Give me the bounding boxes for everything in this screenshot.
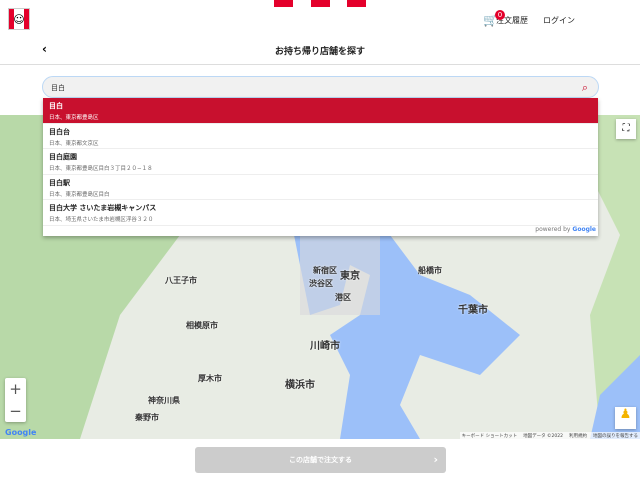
page-title: お持ち帰り店舗を探す xyxy=(274,47,365,57)
map-label: 渋谷区 xyxy=(309,279,333,288)
suggestion-list: 目白 日本、東京都豊島区 目白台 日本、東京都文京区 目白庭園 日本、東京都豊島区目白… xyxy=(43,98,598,236)
order-button-label: この店舗で注文する xyxy=(289,456,352,464)
map-label: 横浜市 xyxy=(285,380,315,391)
suggestion-item[interactable]: 目白大学 さいたま岩槻キャンパス 日本、埼玉県さいたま市岩槻区浮谷３２０ xyxy=(43,200,598,226)
map-label: 港区 xyxy=(335,293,351,302)
cart-count-badge: 0 xyxy=(495,10,505,20)
map-label: 八王子市 xyxy=(165,276,197,285)
zoom-in-button[interactable]: + xyxy=(5,378,26,400)
map-label: 神奈川県 xyxy=(148,396,180,405)
kfc-logo[interactable]: ☺ xyxy=(8,8,30,30)
terms-link[interactable]: 利用規約 xyxy=(569,433,587,439)
brand-stripe xyxy=(311,0,330,7)
divider xyxy=(0,64,640,65)
suggestion-main: 目白 xyxy=(49,102,63,110)
suggestion-main: 目白台 xyxy=(49,127,70,136)
suggestion-item[interactable]: 目白駅日本、東京都豊島区目白 xyxy=(43,175,598,200)
map-label: 川崎市 xyxy=(310,341,340,352)
map-data-text: 地図データ ©2022 xyxy=(523,434,563,439)
suggestion-main: 目白庭園 xyxy=(49,153,77,161)
search-icon[interactable]: ⌕ xyxy=(582,81,588,95)
map-attribution: キーボード ショートカット 地図データ ©2022 利用規約 地図の誤りを報告す… xyxy=(459,432,640,439)
google-text: Google xyxy=(572,225,596,233)
suggestion-sub: 日本、埼玉県さいたま市岩槻区浮谷３２０ xyxy=(49,217,154,223)
google-logo: Google xyxy=(5,428,37,437)
chevron-right-icon: › xyxy=(433,453,438,466)
fullscreen-button[interactable]: ⛶ xyxy=(616,119,636,139)
map-label: 東京 xyxy=(340,271,360,282)
zoom-controls: + − xyxy=(5,378,26,422)
pegman-icon[interactable]: ♟ xyxy=(615,407,636,429)
map-label: 千葉市 xyxy=(458,305,488,316)
suggestion-main: 目白駅 xyxy=(49,178,70,187)
map-label: 秦野市 xyxy=(135,413,159,422)
suggestion-sub: 日本、東京都豊島区目白３丁目２０−１８ xyxy=(49,166,153,172)
search-input[interactable]: 目白 ⌕ xyxy=(42,76,599,98)
report-error-link[interactable]: 地図の誤りを報告する xyxy=(593,433,638,439)
zoom-out-button[interactable]: − xyxy=(5,400,26,422)
brand-stripe xyxy=(274,0,293,7)
suggestion-sub: 日本、東京都文京区 xyxy=(49,140,99,147)
map-label: 船橋市 xyxy=(418,266,442,275)
login-link[interactable]: ログイン xyxy=(543,15,575,26)
suggestion-main: 目白大学 さいたま岩槻キャンパス xyxy=(49,204,157,212)
powered-by-text: powered by xyxy=(535,225,571,233)
map-label: 相模原市 xyxy=(186,321,218,330)
search-value: 目白 xyxy=(51,84,65,92)
suggestion-sub: 日本、東京都豊島区目白 xyxy=(49,191,110,198)
order-at-this-store-button[interactable]: この店舗で注文する › xyxy=(195,447,446,473)
suggestion-item[interactable]: 目白台日本、東京都文京区 xyxy=(43,124,598,149)
suggestion-sub: 日本、東京都豊島区 xyxy=(49,115,99,121)
keyboard-shortcuts-link[interactable]: キーボード ショートカット xyxy=(462,433,517,439)
suggestion-item[interactable]: 目白庭園日本、東京都豊島区目白３丁目２０−１８ xyxy=(43,149,598,175)
map-label: 厚木市 xyxy=(198,374,222,383)
suggestion-item[interactable]: 目白日本、東京都豊島区 xyxy=(43,98,598,124)
map-label: 新宿区 xyxy=(313,266,337,275)
powered-by-google: powered by Google xyxy=(43,226,598,236)
brand-stripe xyxy=(347,0,366,7)
